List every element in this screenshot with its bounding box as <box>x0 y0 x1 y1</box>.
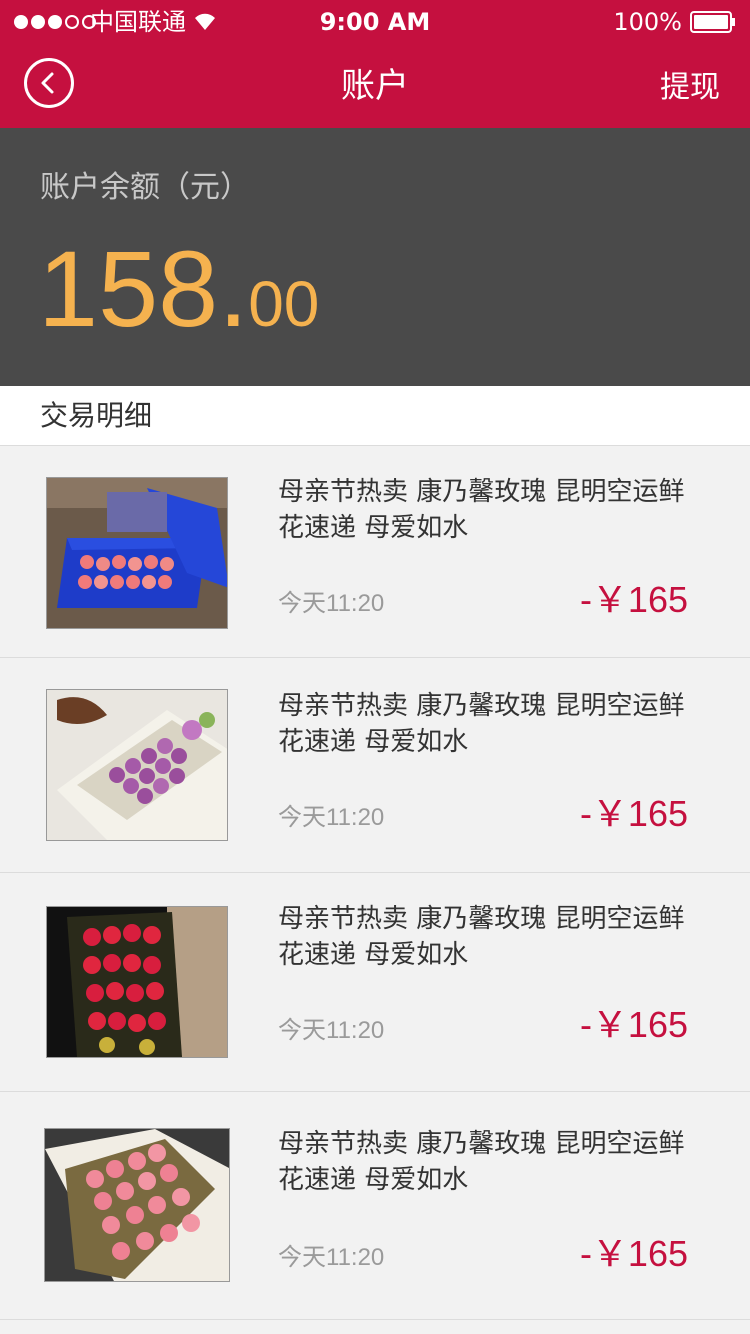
transaction-row[interactable]: 母亲节热卖 康乃馨玫瑰 昆明空运鲜花速递 母爱如水 今天11:20 -￥165 <box>0 658 750 873</box>
transaction-amount: -￥165 <box>579 793 688 834</box>
balance-decimal: 00 <box>248 268 320 340</box>
status-bar: 中国联通 9:00 AM 100% <box>0 0 750 44</box>
transaction-row[interactable]: 母亲节热卖 康乃馨玫瑰 昆明空运鲜花速递 母爱如水 今天11:20 -￥165 <box>0 1092 750 1320</box>
transaction-date: 今天11:20 <box>278 804 385 831</box>
product-image <box>46 906 228 1058</box>
withdraw-button[interactable]: 提现 <box>660 66 720 110</box>
page-title: 账户 <box>341 66 409 106</box>
transaction-date: 今天11:20 <box>278 590 385 617</box>
battery-percent: 100% <box>613 8 682 36</box>
transaction-date: 今天11:20 <box>278 1017 385 1044</box>
section-title: 交易明细 <box>40 399 153 432</box>
balance-card: 账户余额（元） 158.00 <box>0 128 750 386</box>
product-image <box>46 689 228 841</box>
product-title: 母亲节热卖 康乃馨玫瑰 昆明空运鲜花速递 母爱如水 <box>278 1129 685 1195</box>
transaction-row[interactable]: 母亲节热卖 康乃馨玫瑰 昆明空运鲜花速递 母爱如水 今天11:20 -￥165 <box>0 446 750 658</box>
product-image <box>44 1128 230 1282</box>
transaction-row[interactable]: 母亲节热卖 康乃馨玫瑰 昆明空运鲜花速递 母爱如水 今天11:20 -￥165 <box>0 873 750 1092</box>
transaction-amount: -￥165 <box>579 1233 688 1274</box>
header-bar: 中国联通 9:00 AM 100% 账户 提现 <box>0 0 750 128</box>
product-title: 母亲节热卖 康乃馨玫瑰 昆明空运鲜花速递 母爱如水 <box>278 477 685 543</box>
transaction-amount: -￥165 <box>579 579 688 620</box>
balance-integer: 158. <box>38 228 249 349</box>
transactions-header: 交易明细 <box>0 386 750 446</box>
product-title: 母亲节热卖 康乃馨玫瑰 昆明空运鲜花速递 母爱如水 <box>278 904 685 970</box>
balance-amount: 158.00 <box>38 224 319 369</box>
transaction-list: 母亲节热卖 康乃馨玫瑰 昆明空运鲜花速递 母爱如水 今天11:20 -￥165 … <box>0 446 750 1320</box>
battery-icon <box>690 11 735 33</box>
transaction-amount: -￥165 <box>579 1004 688 1045</box>
balance-label: 账户余额（元） <box>40 170 250 205</box>
product-image <box>46 477 228 629</box>
product-title: 母亲节热卖 康乃馨玫瑰 昆明空运鲜花速递 母爱如水 <box>278 691 685 757</box>
transaction-date: 今天11:20 <box>278 1244 385 1271</box>
